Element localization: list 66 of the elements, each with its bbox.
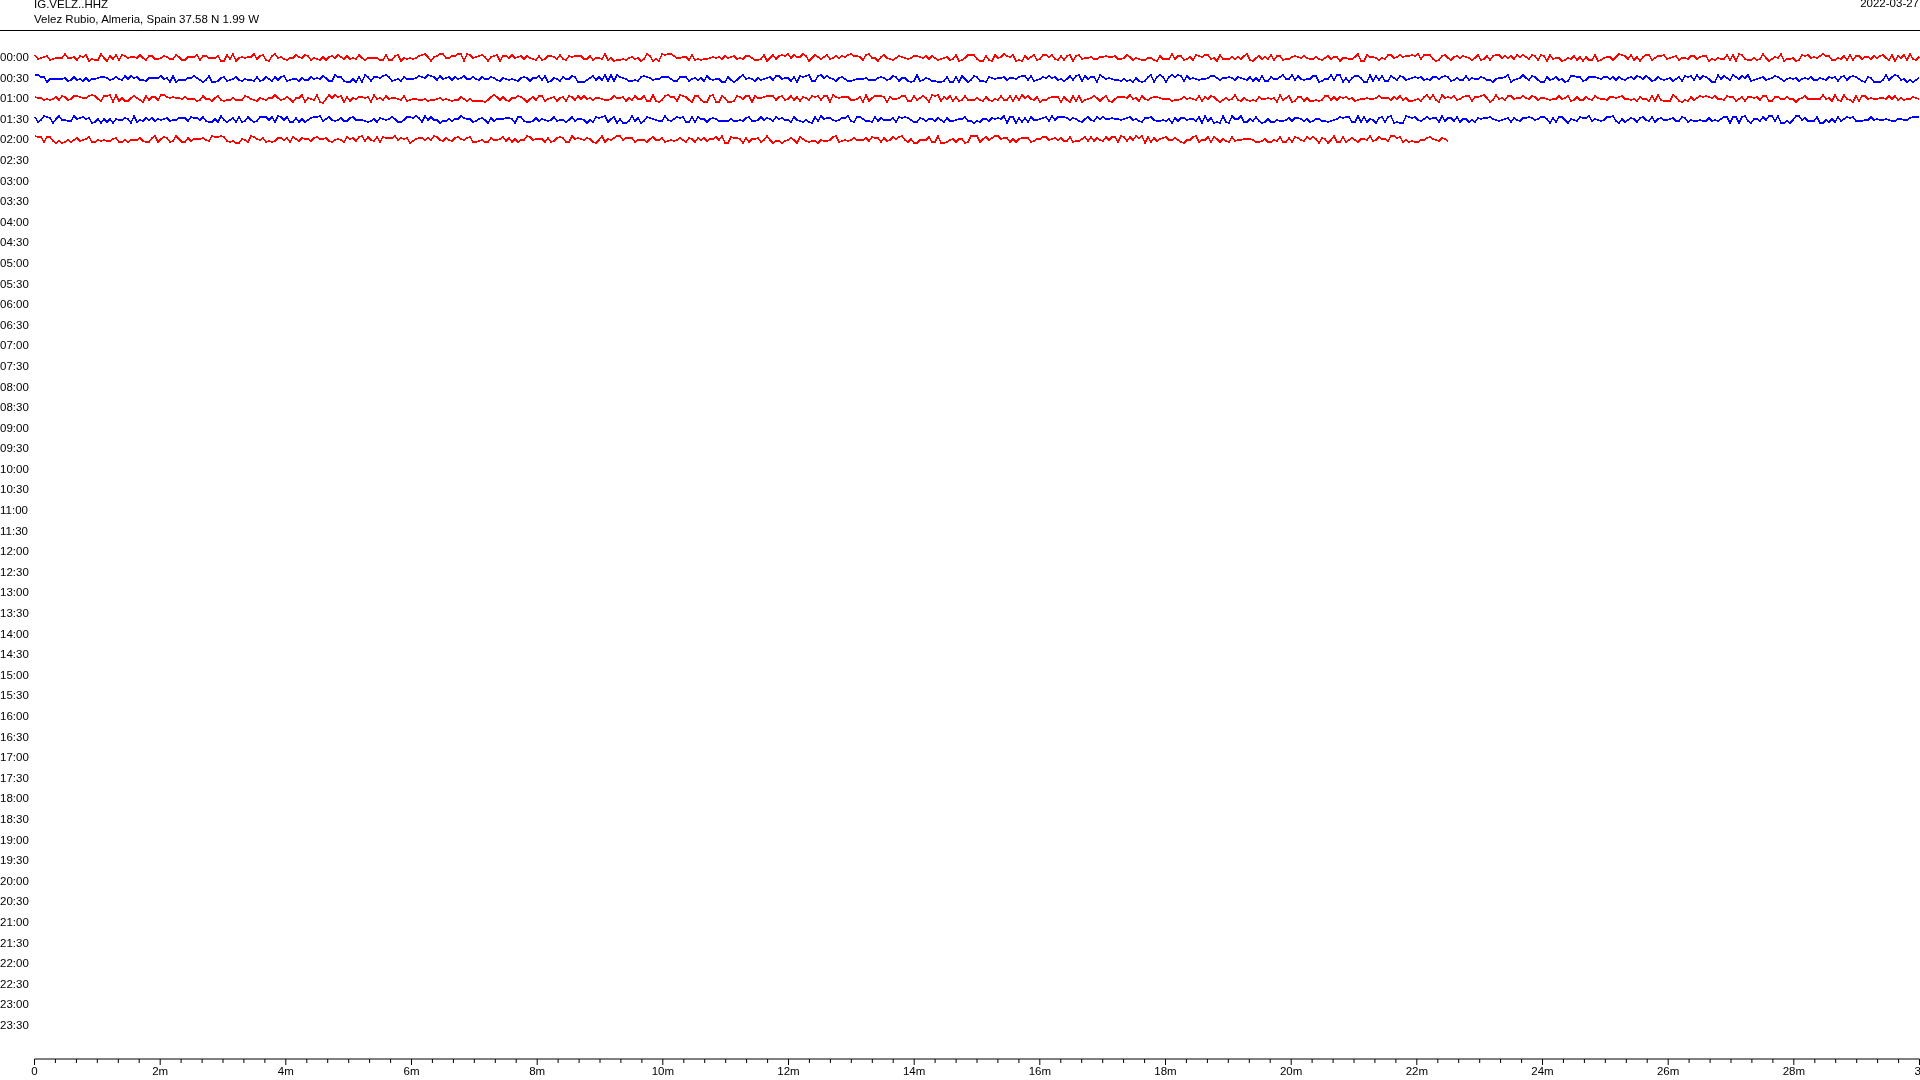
time-label: 14:30 xyxy=(0,648,30,662)
time-label: 00:30 xyxy=(0,71,30,85)
time-label: 12:00 xyxy=(0,545,30,559)
time-label: 18:00 xyxy=(0,792,30,806)
time-label: 19:00 xyxy=(0,833,30,847)
axis-label: 22m xyxy=(1405,1064,1428,1077)
time-label: 11:30 xyxy=(0,524,29,538)
time-label: 00:00 xyxy=(0,51,30,64)
time-label: 07:00 xyxy=(0,339,30,353)
time-label: 08:30 xyxy=(0,401,30,415)
time-label: 17:00 xyxy=(0,751,30,765)
time-label: 03:00 xyxy=(0,174,30,188)
time-label: 09:00 xyxy=(0,421,30,435)
time-label: 07:30 xyxy=(0,359,30,373)
time-label: 21:30 xyxy=(0,936,30,950)
station-code: IG.VELZ..HHZ xyxy=(34,0,109,11)
time-label: 13:30 xyxy=(0,607,30,621)
axis-label: 4m xyxy=(277,1064,294,1077)
time-label: 11:00 xyxy=(0,504,29,518)
time-label: 06:00 xyxy=(0,298,30,312)
time-label: 16:00 xyxy=(0,710,30,723)
time-label: 04:30 xyxy=(0,236,30,250)
time-label: 23:30 xyxy=(0,1018,30,1032)
time-label: 10:30 xyxy=(0,483,30,497)
time-label: 15:30 xyxy=(0,689,30,703)
axis-label: 20m xyxy=(1280,1064,1303,1077)
time-label: 06:30 xyxy=(0,318,30,332)
axis-label: 3 xyxy=(1914,1064,1920,1077)
time-label: 04:00 xyxy=(0,215,30,229)
time-label: 03:30 xyxy=(0,195,30,209)
axis-label: 8m xyxy=(529,1064,546,1077)
time-label: 15:00 xyxy=(0,668,30,682)
axis-label: 10m xyxy=(651,1064,674,1077)
time-label: 22:30 xyxy=(0,977,30,991)
time-label: 20:00 xyxy=(0,874,30,888)
axis-label: 26m xyxy=(1657,1064,1680,1077)
time-label: 14:00 xyxy=(0,627,30,641)
time-label: 10:00 xyxy=(0,462,30,476)
axis-label: 18m xyxy=(1154,1064,1177,1077)
time-label: 17:30 xyxy=(0,771,30,785)
time-label: 18:30 xyxy=(0,812,30,826)
axis-label: 0 xyxy=(31,1064,38,1077)
time-label: 02:30 xyxy=(0,153,30,167)
time-label: 09:30 xyxy=(0,442,30,456)
time-label: 02:00 xyxy=(0,133,30,147)
time-label: 16:30 xyxy=(0,730,30,744)
axis-label: 16m xyxy=(1028,1064,1051,1077)
axis-label: 28m xyxy=(1782,1064,1805,1077)
station-location: Velez Rubio, Almeria, Spain 37.58 N 1.99 W xyxy=(34,13,259,26)
axis-label: 12m xyxy=(777,1064,800,1077)
time-label: 05:30 xyxy=(0,277,30,291)
time-label: 22:00 xyxy=(0,957,30,971)
time-label: 01:30 xyxy=(0,112,30,126)
time-label: 21:00 xyxy=(0,915,30,929)
axis-label: 24m xyxy=(1531,1064,1554,1077)
time-label: 08:00 xyxy=(0,380,30,394)
axis-label: 2m xyxy=(152,1064,169,1077)
time-label: 13:00 xyxy=(0,586,30,600)
axis-label: 14m xyxy=(903,1064,926,1077)
time-label: 12:30 xyxy=(0,565,30,579)
time-label: 19:30 xyxy=(0,854,30,868)
time-label: 23:00 xyxy=(0,998,30,1012)
time-label: 05:00 xyxy=(0,256,30,270)
axis-label: 6m xyxy=(403,1064,420,1077)
time-label: 01:00 xyxy=(0,92,30,106)
time-label: 20:30 xyxy=(0,895,30,909)
